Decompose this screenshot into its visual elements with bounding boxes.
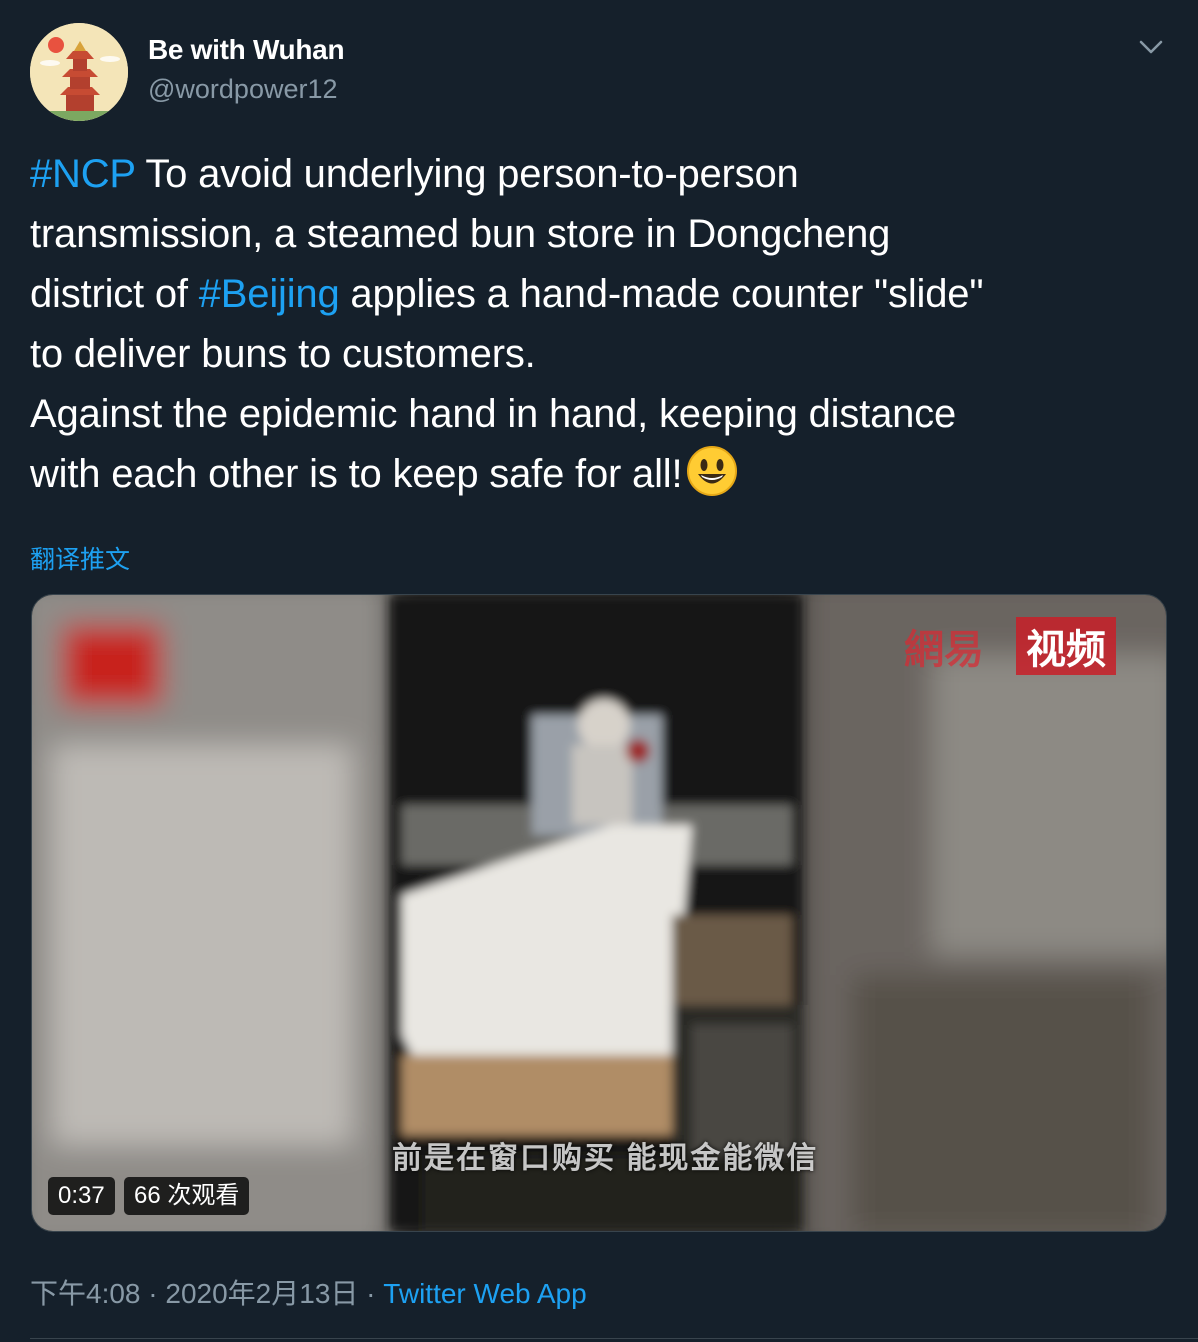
meta-separator: · [140,1278,166,1309]
tweet-text-segment: with each other is to keep safe for all! [30,452,683,496]
video-duration-badge: 0:37 [48,1177,115,1215]
tweet-text-segment: district of [30,272,199,316]
tweet-line: district of #Beijing applies a hand-made… [30,264,1180,324]
yellow-crane-tower-icon [30,23,128,121]
smiling-face-emoji-icon [686,445,738,514]
tweet-text-segment: applies a hand-made counter "slide" [339,272,984,316]
chevron-down-icon[interactable] [1136,36,1166,58]
tweet-date[interactable]: 2020年2月13日 [165,1278,358,1309]
tweet-line: #NCP To avoid underlying person-to-perso… [30,144,1180,204]
tweet-meta: 下午4:08 · 2020年2月13日 · Twitter Web App [30,1272,587,1312]
video-watermark: 视频 [1016,617,1116,675]
video-views-badge: 66 次观看 [124,1177,250,1215]
hashtag-link[interactable]: #NCP [30,152,135,196]
hashtag-link[interactable]: #Beijing [199,272,340,316]
avatar[interactable] [30,23,128,121]
tweet-line: to deliver buns to customers. [30,332,536,376]
divider [30,1338,1198,1339]
translate-tweet-link[interactable]: 翻译推文 [30,540,130,576]
tweet-line: Against the epidemic hand in hand, keepi… [30,392,957,436]
video-watermark: 網易 [904,626,984,673]
tweet-line: transmission, a steamed bun store in Don… [30,212,891,256]
tweet-line: with each other is to keep safe for all! [30,444,1180,514]
author-handle[interactable]: @wordpower12 [148,74,338,105]
tweet-text: #NCP To avoid underlying person-to-perso… [30,144,1180,514]
tweet-source-link[interactable]: Twitter Web App [383,1278,586,1309]
meta-separator: · [358,1278,384,1309]
video-subtitle: 前是在窗口购买 能现金能微信 [392,1142,819,1175]
tweet-card: Be with Wuhan @wordpower12 #NCP To avoid… [0,0,1198,1342]
tweet-text-segment: To avoid underlying person-to-person [135,152,799,196]
video-player[interactable]: 網易 视频 前是在窗口购买 能现金能微信 0:37 66 次观看 [31,594,1167,1232]
author-name[interactable]: Be with Wuhan [148,34,345,66]
tweet-time[interactable]: 下午4:08 [30,1278,141,1309]
